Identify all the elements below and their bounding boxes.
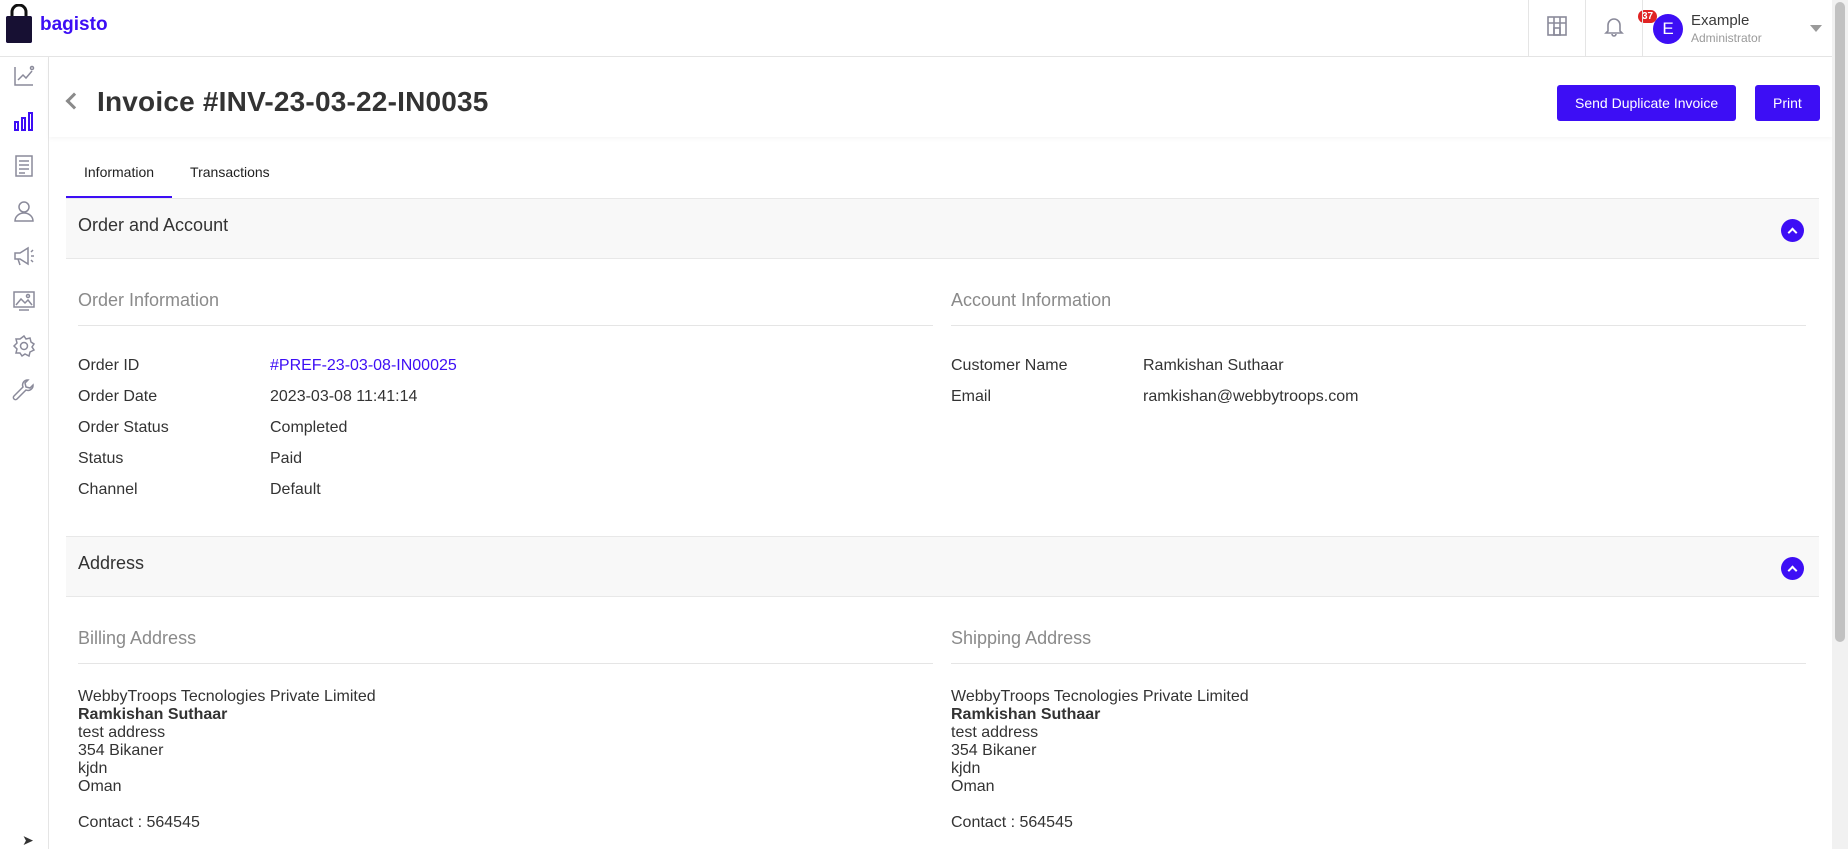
wrench-icon [12,378,36,408]
notifications-button[interactable]: 37 [1585,0,1658,57]
address-section-header[interactable]: Address [66,536,1819,597]
section-title: Address [78,553,145,573]
dashboard-icon [12,64,36,93]
shipping-line1: test address [951,724,1039,741]
tab-bar: Information Transactions [66,152,1819,198]
shipping-name: Ramkishan Suthaar [951,706,1101,723]
customer-name-value: Ramkishan Suthaar [1143,356,1284,374]
order-id-row: Order ID #PREF-23-03-08-IN00025 [78,350,933,381]
page-header: Invoice #INV-23-03-22-IN0035 Send Duplic… [49,57,1832,137]
avatar: E [1653,13,1683,44]
catalog-icon [12,154,36,183]
shopping-bag-icon [4,3,34,44]
order-status-row: Order Status Completed [78,412,933,443]
order-information-title: Order Information [78,290,933,326]
shipping-company: WebbyTroops Tecnologies Private Limited [951,688,1249,705]
storefront-button[interactable] [1528,0,1585,57]
sidebar-item-customers[interactable] [10,199,38,227]
sidebar-item-marketing[interactable] [10,244,38,272]
order-date-row: Order Date 2023-03-08 11:41:14 [78,381,933,412]
channel-value: Default [270,480,321,498]
billing-line1: test address [78,724,166,741]
sales-chart-icon [12,109,36,138]
collapse-icon[interactable] [1781,557,1804,580]
email-row: Email ramkishan@webbytroops.com [951,381,1806,412]
gear-icon [12,334,36,363]
status-label: Status [78,449,124,467]
page-title: Invoice #INV-23-03-22-IN0035 [97,86,489,117]
send-duplicate-invoice-button[interactable]: Send Duplicate Invoice [1557,85,1737,121]
billing-name: Ramkishan Suthaar [78,706,228,723]
billing-country: Oman [78,778,122,795]
print-button[interactable]: Print [1755,85,1820,121]
shipping-line3: kjdn [951,760,981,777]
shipping-country: Oman [951,778,995,795]
user-name: Example [1691,12,1750,29]
account-information-panel: Account Information Customer Name Ramkis… [951,290,1806,412]
store-icon [1546,15,1568,42]
cms-icon [12,289,36,318]
order-date-value: 2023-03-08 11:41:14 [270,387,418,405]
bell-icon [1603,15,1625,42]
top-header: bagisto 37 E Example Administrator [0,0,1832,57]
user-role: Administrator [1691,31,1762,45]
order-date-label: Order Date [78,387,158,405]
shipping-contact: Contact : 564545 [951,814,1073,831]
account-information-title: Account Information [951,290,1806,326]
shipping-address-panel: Shipping Address WebbyTroops Tecnologies… [951,628,1806,832]
customer-name-label: Customer Name [951,356,1068,374]
order-id-label: Order ID [78,356,140,374]
collapse-icon[interactable] [1781,219,1804,242]
email-label: Email [951,387,992,405]
sidebar-item-cms[interactable] [10,289,38,317]
billing-line2: 354 Bikaner [78,742,164,759]
billing-address-title: Billing Address [78,628,933,664]
channel-label: Channel [78,480,138,498]
brand-logo[interactable]: bagisto [4,3,108,44]
sidebar-item-sales[interactable] [10,109,38,137]
scrollbar-thumb[interactable] [1835,2,1845,642]
billing-address-panel: Billing Address WebbyTroops Tecnologies … [78,628,933,832]
sidebar-item-settings[interactable] [10,334,38,362]
section-title: Order and Account [78,215,229,235]
order-status-label: Order Status [78,418,169,436]
sidebar-item-configure[interactable] [10,378,38,408]
status-row: Status Paid [78,443,933,474]
order-account-section-header[interactable]: Order and Account [66,198,1819,259]
sidebar-expand-icon[interactable]: ➤ [22,832,34,849]
sidebar-item-dashboard[interactable] [10,64,38,92]
tab-transactions[interactable]: Transactions [172,152,288,198]
marketing-icon [12,244,36,273]
back-arrow-icon[interactable] [65,92,83,110]
status-value: Paid [270,449,303,467]
brand-name: bagisto [40,14,108,35]
sidebar: ➤ [0,57,49,849]
billing-company: WebbyTroops Tecnologies Private Limited [78,688,376,705]
shipping-address-title: Shipping Address [951,628,1806,664]
billing-contact: Contact : 564545 [78,814,200,831]
email-value: ramkishan@webbytroops.com [1143,387,1359,405]
order-information-panel: Order Information Order ID #PREF-23-03-0… [78,290,933,505]
customers-icon [12,199,36,228]
billing-line3: kjdn [78,760,108,777]
sidebar-item-catalog[interactable] [10,154,38,182]
order-status-value: Completed [270,418,348,436]
chevron-down-icon [1810,25,1822,32]
shipping-line2: 354 Bikaner [951,742,1037,759]
tab-information[interactable]: Information [66,152,173,198]
page-scrollbar[interactable] [1832,0,1848,849]
order-id-link[interactable]: #PREF-23-03-08-IN00025 [270,357,457,375]
user-menu[interactable]: E Example Administrator [1642,0,1832,57]
channel-row: Channel Default [78,474,933,505]
customer-name-row: Customer Name Ramkishan Suthaar [951,350,1806,381]
